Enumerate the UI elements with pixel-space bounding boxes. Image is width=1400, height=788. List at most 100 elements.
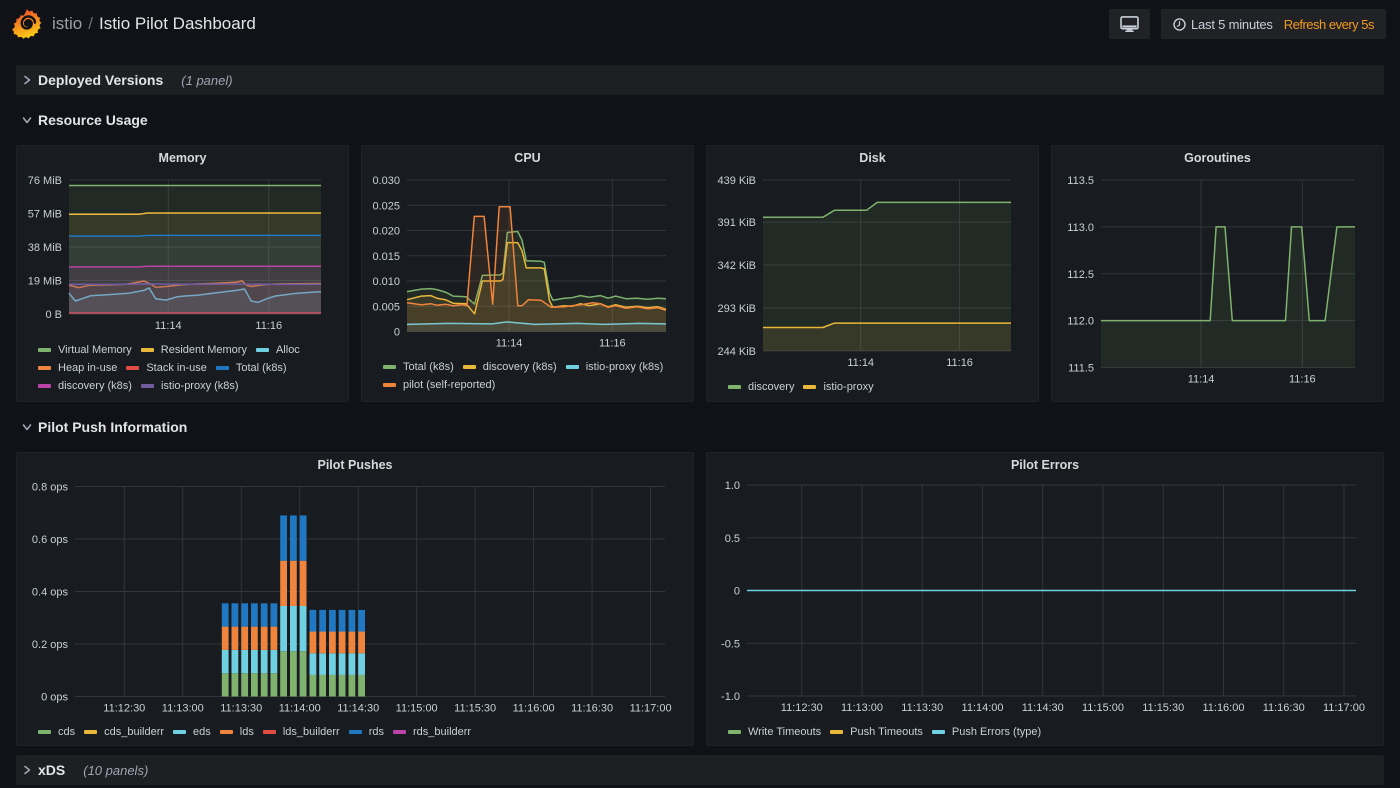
panel-disk: Disk244 KiB293 KiB342 KiB391 KiB439 KiB1…: [706, 145, 1039, 402]
legend-label: Resident Memory: [161, 341, 247, 359]
legend-item[interactable]: istio-proxy (k8s): [141, 377, 239, 395]
row-xds[interactable]: xDS (10 panels): [16, 755, 1384, 785]
bar-segment-cds: [290, 651, 297, 696]
legend-item[interactable]: Resident Memory: [141, 341, 247, 359]
legend-item[interactable]: discovery (k8s): [38, 377, 132, 395]
y-tick-label: 112.5: [1067, 269, 1094, 281]
time-range-picker[interactable]: Last 5 minutes Refresh every 5s: [1161, 9, 1386, 39]
panel-title[interactable]: Goroutines: [1052, 151, 1383, 165]
legend-label: eds: [193, 723, 211, 741]
cycle-view-mode-button[interactable]: [1109, 9, 1150, 39]
legend-label: rds: [369, 723, 384, 741]
y-tick-label: 113.0: [1067, 222, 1094, 234]
row-resource-usage[interactable]: Resource Usage: [16, 95, 1384, 145]
y-tick-label: 342 KiB: [717, 260, 756, 272]
chart-goroutines[interactable]: 111.5112.0112.5113.0113.511:1411:16: [1052, 146, 1383, 401]
y-tick-label: -0.5: [721, 638, 740, 650]
y-tick-label: 112.0: [1067, 316, 1094, 328]
bar-segment-lds: [319, 632, 326, 654]
legend-item[interactable]: istio-proxy: [803, 378, 873, 396]
legend-item[interactable]: pilot (self-reported): [383, 376, 495, 394]
legend-item[interactable]: Alloc: [256, 341, 300, 359]
bar-segment-lds: [349, 632, 356, 654]
x-tick-label: 11:12:30: [103, 703, 145, 715]
bar-segment-rds: [290, 515, 297, 560]
legend-item[interactable]: Write Timeouts: [728, 723, 821, 741]
bar-segment-lds: [261, 627, 268, 650]
legend-item[interactable]: lds_builderr: [263, 723, 340, 741]
row-chevron: [16, 422, 38, 432]
bar-segment-lds: [241, 627, 248, 650]
chart-disk[interactable]: 244 KiB293 KiB342 KiB391 KiB439 KiB11:14…: [707, 146, 1038, 401]
legend-item[interactable]: Total (k8s): [216, 359, 287, 377]
legend-item[interactable]: discovery: [728, 378, 794, 396]
x-tick-label: 11:16:30: [571, 703, 613, 715]
bar-segment-rds: [251, 603, 258, 626]
legend-item[interactable]: cds: [38, 723, 75, 741]
panel-title[interactable]: CPU: [362, 151, 693, 165]
legend-swatch-icon: [566, 365, 579, 369]
bar-segment-rds: [261, 603, 268, 626]
chart-pilot_errors[interactable]: -1.0-0.500.51.011:12:3011:13:0011:13:301…: [707, 453, 1383, 745]
legend-item[interactable]: lds: [220, 723, 254, 741]
legend-label: Alloc: [276, 341, 300, 359]
bar-segment-rds: [232, 603, 239, 626]
legend-swatch-icon: [728, 730, 741, 734]
chevron-down-icon: [22, 115, 32, 125]
legend-memory: Virtual Memory Resident Memory Alloc Heap i…: [38, 341, 344, 395]
bar-segment-cds: [358, 675, 365, 697]
legend-swatch-icon: [220, 730, 233, 734]
legend-item[interactable]: Push Errors (type): [932, 723, 1041, 741]
legend-item[interactable]: cds_builderr: [84, 723, 164, 741]
panel-title[interactable]: Disk: [707, 151, 1038, 165]
breadcrumb-folder[interactable]: istio: [52, 14, 82, 33]
legend-item[interactable]: rds: [349, 723, 384, 741]
row-pilot-push-information[interactable]: Pilot Push Information: [16, 402, 1384, 452]
bar-segment-rds: [358, 610, 365, 632]
legend-label: rds_builderr: [413, 723, 471, 741]
pilot-push-panels: Pilot Pushes0 ops0.2 ops0.4 ops0.6 ops0.…: [16, 452, 1384, 746]
legend-label: cds_builderr: [104, 723, 164, 741]
bar-segment-lds: [310, 632, 317, 654]
bar-segment-cds: [261, 673, 268, 696]
legend-swatch-icon: [256, 348, 269, 352]
legend-swatch-icon: [383, 365, 396, 369]
legend-label: Heap in-use: [58, 359, 117, 377]
bar-segment-eds: [280, 606, 287, 651]
row-deployed-versions[interactable]: Deployed Versions (1 panel): [16, 65, 1384, 95]
row-panel-count: (10 panels): [83, 763, 148, 778]
y-tick-label: 57 MiB: [28, 209, 62, 221]
chart-pilot_pushes[interactable]: 0 ops0.2 ops0.4 ops0.6 ops0.8 ops11:12:3…: [17, 453, 693, 745]
panel-title[interactable]: Pilot Errors: [707, 458, 1383, 472]
legend-swatch-icon: [141, 348, 154, 352]
legend-item[interactable]: Push Timeouts: [830, 723, 923, 741]
x-tick-label: 11:13:30: [220, 703, 262, 715]
legend-pilot_errors: Write Timeouts Push Timeouts Push Errors (…: [728, 723, 1379, 741]
y-tick-label: 0.6 ops: [32, 534, 69, 546]
y-tick-label: 0: [734, 586, 740, 598]
y-tick-label: 19 MiB: [28, 276, 62, 288]
legend-item[interactable]: rds_builderr: [393, 723, 471, 741]
legend-item[interactable]: Heap in-use: [38, 359, 117, 377]
panel-pilot_pushes: Pilot Pushes0 ops0.2 ops0.4 ops0.6 ops0.…: [16, 452, 694, 746]
refresh-interval-label[interactable]: Refresh every 5s: [1284, 17, 1374, 32]
series-line-istio-proxy (k8s): [69, 284, 321, 285]
y-tick-label: 0.015: [372, 251, 400, 263]
legend-swatch-icon: [463, 365, 476, 369]
legend-swatch-icon: [84, 730, 97, 734]
page-title[interactable]: Istio Pilot Dashboard: [99, 14, 256, 33]
legend-item[interactable]: Total (k8s): [383, 358, 454, 376]
y-tick-label: 113.5: [1067, 175, 1094, 187]
bar-segment-cds: [280, 651, 287, 696]
x-tick-label: 11:14:30: [1022, 702, 1064, 714]
legend-swatch-icon: [38, 366, 51, 370]
panel-title[interactable]: Memory: [17, 151, 348, 165]
legend-item[interactable]: Virtual Memory: [38, 341, 132, 359]
legend-item[interactable]: discovery (k8s): [463, 358, 557, 376]
y-tick-label: 76 MiB: [28, 175, 62, 187]
legend-item[interactable]: istio-proxy (k8s): [566, 358, 664, 376]
legend-item[interactable]: Stack in-use: [126, 359, 207, 377]
y-tick-label: 38 MiB: [28, 242, 62, 254]
legend-item[interactable]: eds: [173, 723, 211, 741]
panel-title[interactable]: Pilot Pushes: [17, 458, 693, 472]
